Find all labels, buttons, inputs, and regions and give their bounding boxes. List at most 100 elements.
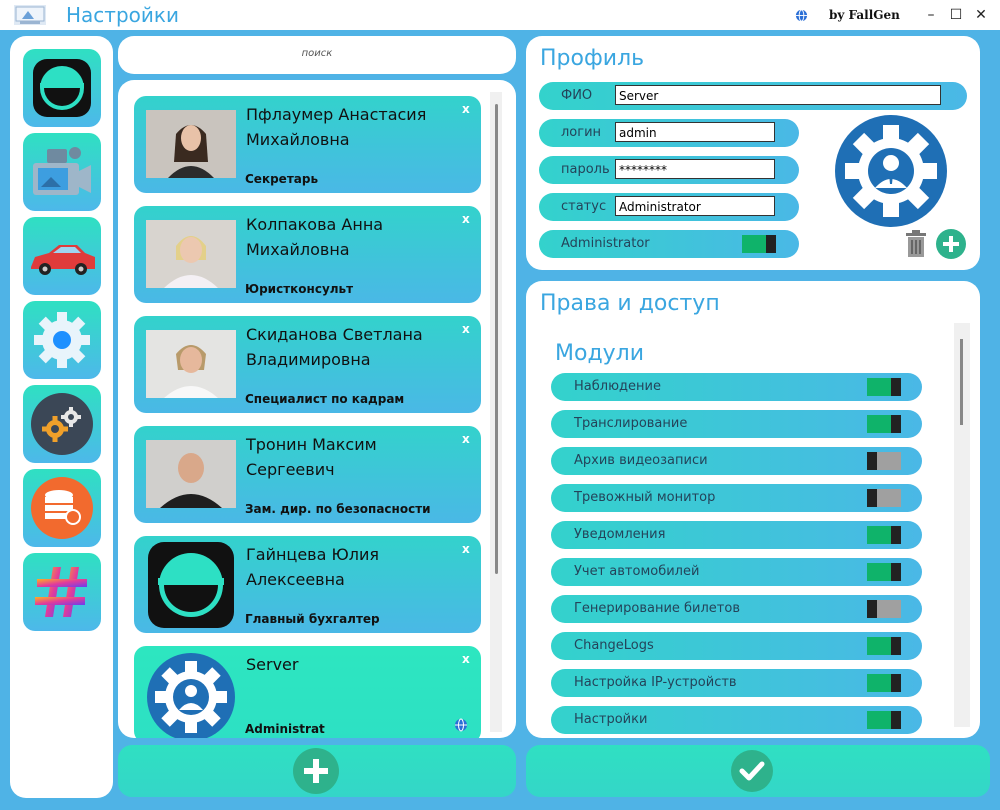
add-bar	[118, 745, 516, 797]
database-icon	[31, 477, 93, 539]
window-title: Настройки	[66, 3, 179, 27]
rights-scrollbar-thumb[interactable]	[960, 339, 963, 425]
avatar[interactable]	[834, 114, 948, 228]
employee-card[interactable]: Колпакова Анна Михайловна Юристконсульт …	[134, 206, 481, 303]
employee-role: Главный бухгалтер	[245, 612, 380, 626]
checkmark-icon	[739, 761, 765, 781]
smile-logo-icon	[148, 542, 234, 628]
module-label: Тревожный монитор	[574, 490, 716, 505]
gears-dark-icon	[31, 393, 93, 455]
list-scrollbar-thumb[interactable]	[495, 104, 498, 574]
module-label: Уведомления	[574, 527, 666, 542]
trash-icon[interactable]	[904, 230, 928, 258]
employee-role: Administrat	[245, 722, 325, 736]
fio-row: ФИО Server	[539, 82, 967, 110]
fio-input[interactable]: Server	[615, 85, 941, 105]
nav-gears-button[interactable]	[23, 385, 101, 463]
module-label: Настройки	[574, 712, 648, 727]
module-toggle[interactable]	[867, 452, 901, 470]
nav-database-button[interactable]	[23, 469, 101, 547]
remove-employee-button[interactable]: x	[462, 432, 470, 446]
minimize-button[interactable]: –	[920, 4, 942, 26]
employee-card[interactable]: Гайнцева Юлия Алексеевна Главный бухгалт…	[134, 536, 481, 633]
module-label: ChangeLogs	[574, 638, 654, 653]
module-row: Транслирование	[551, 410, 922, 438]
status-input[interactable]: Administrator	[615, 196, 775, 216]
employee-card-selected[interactable]: Server Administrat x	[134, 646, 481, 738]
plus-icon	[304, 759, 328, 783]
module-row: Учет автомобилей	[551, 558, 922, 586]
remove-employee-button[interactable]: x	[462, 542, 470, 556]
nav-cars-button[interactable]	[23, 217, 101, 295]
app-icon	[14, 5, 46, 25]
nav-settings-button[interactable]	[23, 301, 101, 379]
remove-employee-button[interactable]: x	[462, 322, 470, 336]
modules-title: Модули	[555, 341, 645, 366]
employee-name: Гайнцева Юлия Алексеевна	[246, 545, 379, 589]
login-label: логин	[561, 125, 602, 140]
hashtag-icon	[35, 567, 87, 617]
module-toggle[interactable]	[867, 637, 901, 655]
password-input[interactable]: ********	[615, 159, 775, 179]
employee-card[interactable]: Пфлаумер Анастасия Михайловна Секретарь …	[134, 96, 481, 193]
rights-title: Права и доступ	[540, 291, 720, 316]
search-box[interactable]: поиск	[118, 36, 516, 74]
search-input[interactable]: поиск	[118, 48, 516, 59]
save-button[interactable]	[731, 750, 773, 792]
fio-label: ФИО	[561, 88, 593, 103]
maximize-button[interactable]: ☐	[945, 4, 967, 26]
module-row: Тревожный монитор	[551, 484, 922, 512]
smile-logo-icon	[33, 59, 91, 117]
module-toggle[interactable]	[867, 378, 901, 396]
employee-name: Пфлаумер Анастасия Михайловна	[246, 105, 427, 149]
status-label: статус	[561, 199, 607, 214]
globe-icon	[455, 718, 467, 732]
add-photo-icon[interactable]	[936, 229, 966, 259]
employee-card[interactable]: Скиданова Светлана Владимировна Специали…	[134, 316, 481, 413]
module-label: Транслирование	[574, 416, 688, 431]
nav-video-button[interactable]	[23, 133, 101, 211]
employee-list: Пфлаумер Анастасия Михайловна Секретарь …	[118, 80, 516, 738]
globe-icon[interactable]	[795, 9, 808, 22]
module-toggle[interactable]	[867, 674, 901, 692]
module-toggle[interactable]	[867, 600, 901, 618]
nav-hashtag-button[interactable]	[23, 553, 101, 631]
profile-title: Профиль	[540, 46, 645, 71]
module-toggle[interactable]	[867, 489, 901, 507]
nav-main-button[interactable]	[23, 49, 101, 127]
admin-gear-icon	[147, 653, 235, 738]
add-employee-button[interactable]	[293, 748, 339, 794]
employee-name: Скиданова Светлана Владимировна	[246, 325, 423, 369]
login-row: логин admin	[539, 119, 799, 147]
module-label: Настройка IP-устройств	[574, 675, 737, 690]
status-row: статус Administrator	[539, 193, 799, 221]
password-label: пароль	[561, 162, 610, 177]
employee-photo	[146, 330, 236, 398]
module-label: Наблюдение	[574, 379, 661, 394]
module-toggle[interactable]	[867, 711, 901, 729]
module-row: Архив видеозаписи	[551, 447, 922, 475]
remove-employee-button[interactable]: x	[462, 652, 470, 666]
login-input[interactable]: admin	[615, 122, 775, 142]
module-label: Архив видеозаписи	[574, 453, 708, 468]
employee-photo	[146, 220, 236, 288]
module-toggle[interactable]	[867, 415, 901, 433]
close-window-button[interactable]: ✕	[970, 4, 992, 26]
employee-card[interactable]: Тронин Максим Сергеевич Зам. дир. по без…	[134, 426, 481, 523]
employee-role: Юристконсульт	[245, 282, 354, 296]
remove-employee-button[interactable]: x	[462, 212, 470, 226]
employee-role: Специалист по кадрам	[245, 392, 405, 406]
module-toggle[interactable]	[867, 563, 901, 581]
employee-name: Колпакова Анна Михайловна	[246, 215, 384, 259]
rights-panel: Права и доступ Модули Наблюдение Транслир…	[526, 281, 980, 738]
employee-photo	[146, 440, 236, 508]
module-label: Учет автомобилей	[574, 564, 700, 579]
employee-name: Тронин Максим Сергеевич	[246, 435, 377, 479]
employee-role: Секретарь	[245, 172, 319, 186]
employee-role: Зам. дир. по безопасности	[245, 502, 431, 516]
gear-icon	[34, 312, 90, 368]
module-toggle[interactable]	[867, 526, 901, 544]
remove-employee-button[interactable]: x	[462, 102, 470, 116]
car-icon	[31, 245, 95, 275]
admin-toggle[interactable]	[742, 235, 776, 253]
